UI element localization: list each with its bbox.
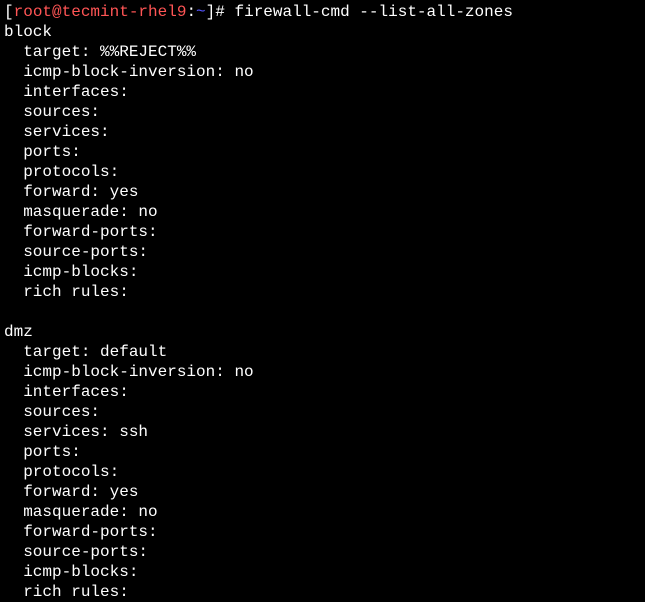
zone-property: icmp-blocks: [4, 262, 641, 282]
zone-property: icmp-block-inversion: no [4, 62, 641, 82]
colon: : [186, 3, 196, 21]
cwd: ~ [196, 3, 206, 21]
zone-property: source-ports: [4, 242, 641, 262]
zone-property: services: [4, 122, 641, 142]
zone-property: masquerade: no [4, 202, 641, 222]
zone-name: dmz [4, 322, 641, 342]
zone-name: block [4, 22, 641, 42]
zone-property: sources: [4, 102, 641, 122]
zone-property: interfaces: [4, 382, 641, 402]
prompt-symbol: # [215, 3, 225, 21]
zone-property: rich rules: [4, 582, 641, 602]
zone-property: forward: yes [4, 182, 641, 202]
zone-property: icmp-block-inversion: no [4, 362, 641, 382]
zone-property: sources: [4, 402, 641, 422]
zone-property: protocols: [4, 462, 641, 482]
zone-property: source-ports: [4, 542, 641, 562]
zone-property: rich rules: [4, 282, 641, 302]
bracket-open: [ [4, 3, 14, 21]
zone-property: target: %%REJECT%% [4, 42, 641, 62]
user-host: root@tecmint-rhel9 [14, 3, 187, 21]
zone-property: forward-ports: [4, 222, 641, 242]
zone-property: services: ssh [4, 422, 641, 442]
zone-property: forward-ports: [4, 522, 641, 542]
zone-property: interfaces: [4, 82, 641, 102]
zone-property: protocols: [4, 162, 641, 182]
zone-property: ports: [4, 142, 641, 162]
zone-property: ports: [4, 442, 641, 462]
zone-property: icmp-blocks: [4, 562, 641, 582]
blank-line [4, 302, 641, 322]
bracket-close: ] [206, 3, 216, 21]
zone-property: masquerade: no [4, 502, 641, 522]
command-input[interactable]: firewall-cmd --list-all-zones [234, 3, 512, 21]
terminal-prompt[interactable]: [root@tecmint-rhel9:~]# firewall-cmd --l… [4, 2, 641, 22]
zone-property: target: default [4, 342, 641, 362]
terminal-output: blocktarget: %%REJECT%%icmp-block-invers… [4, 22, 641, 602]
zone-property: forward: yes [4, 482, 641, 502]
